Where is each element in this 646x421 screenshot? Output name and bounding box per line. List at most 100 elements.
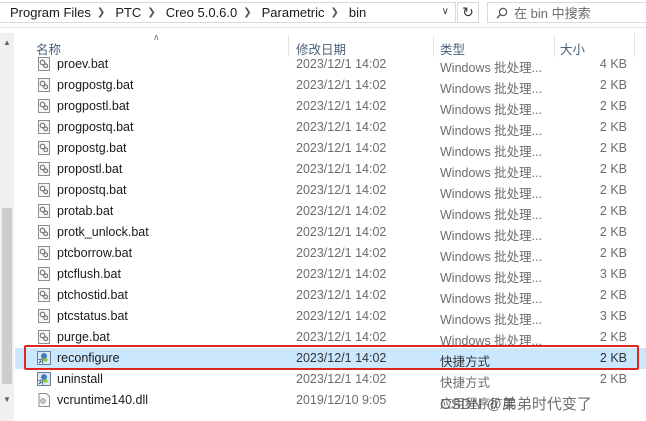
file-row-selected[interactable]: reconfigure 2023/12/1 14:02 快捷方式 2 KB [15,348,646,369]
file-date: 2023/12/1 14:02 [296,351,387,365]
chevron-right-icon[interactable]: ❯ [241,7,253,18]
file-row[interactable]: ptcflush.bat 2023/12/1 14:02 Windows 批处理… [15,264,646,285]
file-date: 2023/12/1 14:02 [296,120,387,134]
scroll-up-icon[interactable]: ▲ [3,38,11,47]
file-name[interactable]: vcruntime140.dll [57,393,148,407]
file-row[interactable]: protab.bat 2023/12/1 14:02 Windows 批处理..… [15,201,646,222]
file-type: Windows 批处理... [440,187,543,201]
breadcrumb[interactable]: Program Files ❯ PTC ❯ Creo 5.0.6.0 ❯ Par… [0,2,456,23]
file-row[interactable]: proev.bat 2023/12/1 14:02 Windows 批处理...… [15,54,646,75]
file-size: 2 KB [599,372,627,386]
file-row[interactable]: propostg.bat 2023/12/1 14:02 Windows 批处理… [15,138,646,159]
file-type: Windows 批处理... [440,61,543,75]
file-name[interactable]: reconfigure [57,351,120,365]
file-size: 2 KB [599,288,627,302]
file-date: 2023/12/1 14:02 [296,288,387,302]
scroll-down-icon[interactable]: ▼ [3,395,11,404]
file-type: Windows 批处理... [440,292,543,306]
file-type: Windows 批处理... [440,82,543,96]
file-row[interactable]: ptcborrow.bat 2023/12/1 14:02 Windows 批处… [15,243,646,264]
file-size: 4 KB [599,57,627,71]
vertical-scrollbar[interactable]: ▲ ▼ [0,33,14,421]
file-size: 2 KB [599,246,627,260]
file-name[interactable]: propostl.bat [57,162,122,176]
file-date: 2023/12/1 14:02 [296,267,387,281]
refresh-button[interactable]: ↻ [457,2,479,23]
file-name[interactable]: protab.bat [57,204,113,218]
file-date: 2019/12/10 9:05 [296,393,387,407]
chevron-right-icon[interactable]: ❯ [329,7,341,18]
file-name[interactable]: progpostq.bat [57,120,133,134]
file-type: Windows 批处理... [440,229,543,243]
file-row[interactable]: progpostg.bat 2023/12/1 14:02 Windows 批处… [15,75,646,96]
file-size: 2 KB [599,330,627,344]
dll-file-icon [37,393,51,407]
file-date: 2023/12/1 14:02 [296,204,387,218]
file-name[interactable]: propostg.bat [57,141,127,155]
shortcut-icon [37,351,51,365]
file-date: 2023/12/1 14:02 [296,141,387,155]
search-input[interactable]: 在 bin 中搜索 [487,2,646,23]
scrollbar-thumb[interactable] [2,208,12,384]
file-name[interactable]: progpostl.bat [57,99,129,113]
file-type: Windows 批处理... [440,208,543,222]
bat-file-icon [37,78,51,92]
file-type: Windows 批处理... [440,145,543,159]
breadcrumb-item[interactable]: Parametric [254,5,329,20]
search-icon [496,7,508,18]
file-row[interactable]: protk_unlock.bat 2023/12/1 14:02 Windows… [15,222,646,243]
breadcrumb-item[interactable]: Program Files [0,5,95,20]
bat-file-icon [37,225,51,239]
bat-file-icon [37,246,51,260]
breadcrumb-item[interactable]: Creo 5.0.6.0 [158,5,242,20]
bat-file-icon [37,330,51,344]
file-list: proev.bat 2023/12/1 14:02 Windows 批处理...… [15,54,646,411]
file-name[interactable]: ptcflush.bat [57,267,121,281]
file-date: 2023/12/1 14:02 [296,246,387,260]
file-row[interactable]: propostl.bat 2023/12/1 14:02 Windows 批处理… [15,159,646,180]
breadcrumb-item[interactable]: bin [341,5,370,20]
search-placeholder: 在 bin 中搜索 [514,6,591,21]
file-size: 2 KB [599,99,627,113]
file-row[interactable]: progpostq.bat 2023/12/1 14:02 Windows 批处… [15,117,646,138]
address-bar: Program Files ❯ PTC ❯ Creo 5.0.6.0 ❯ Par… [0,0,646,28]
file-date: 2023/12/1 14:02 [296,162,387,176]
file-type: Windows 批处理... [440,124,543,138]
chevron-down-icon[interactable]: ∨ [442,6,449,17]
file-name[interactable]: progpostg.bat [57,78,133,92]
file-name[interactable]: ptchostid.bat [57,288,128,302]
file-row[interactable]: propostq.bat 2023/12/1 14:02 Windows 批处理… [15,180,646,201]
file-name[interactable]: purge.bat [57,330,110,344]
file-date: 2023/12/1 14:02 [296,78,387,92]
bat-file-icon [37,57,51,71]
file-size: 3 KB [599,267,627,281]
file-name[interactable]: uninstall [57,372,103,386]
chevron-right-icon[interactable]: ❯ [145,7,157,18]
bat-file-icon [37,141,51,155]
file-row[interactable]: progpostl.bat 2023/12/1 14:02 Windows 批处… [15,96,646,117]
file-name[interactable]: propostq.bat [57,183,127,197]
bat-file-icon [37,183,51,197]
bat-file-icon [37,309,51,323]
bat-file-icon [37,204,51,218]
file-row[interactable]: ptchostid.bat 2023/12/1 14:02 Windows 批处… [15,285,646,306]
file-name[interactable]: ptcstatus.bat [57,309,128,323]
bat-file-icon [37,99,51,113]
file-row[interactable]: uninstall 2023/12/1 14:02 快捷方式 2 KB [15,369,646,390]
file-size: 2 KB [599,204,627,218]
file-type: 快捷方式 [440,376,491,390]
file-name[interactable]: proev.bat [57,57,108,71]
file-date: 2023/12/1 14:02 [296,330,387,344]
file-type: Windows 批处理... [440,271,543,285]
file-size: 2 KB [599,225,627,239]
file-row[interactable]: ptcstatus.bat 2023/12/1 14:02 Windows 批处… [15,306,646,327]
file-date: 2023/12/1 14:02 [296,372,387,386]
breadcrumb-item[interactable]: PTC [107,5,145,20]
file-name[interactable]: protk_unlock.bat [57,225,149,239]
file-row[interactable]: purge.bat 2023/12/1 14:02 Windows 批处理...… [15,327,646,348]
file-size: 2 KB [599,351,627,365]
file-type: Windows 批处理... [440,166,543,180]
file-name[interactable]: ptcborrow.bat [57,246,132,260]
file-size: 3 KB [599,309,627,323]
chevron-right-icon[interactable]: ❯ [95,7,107,18]
